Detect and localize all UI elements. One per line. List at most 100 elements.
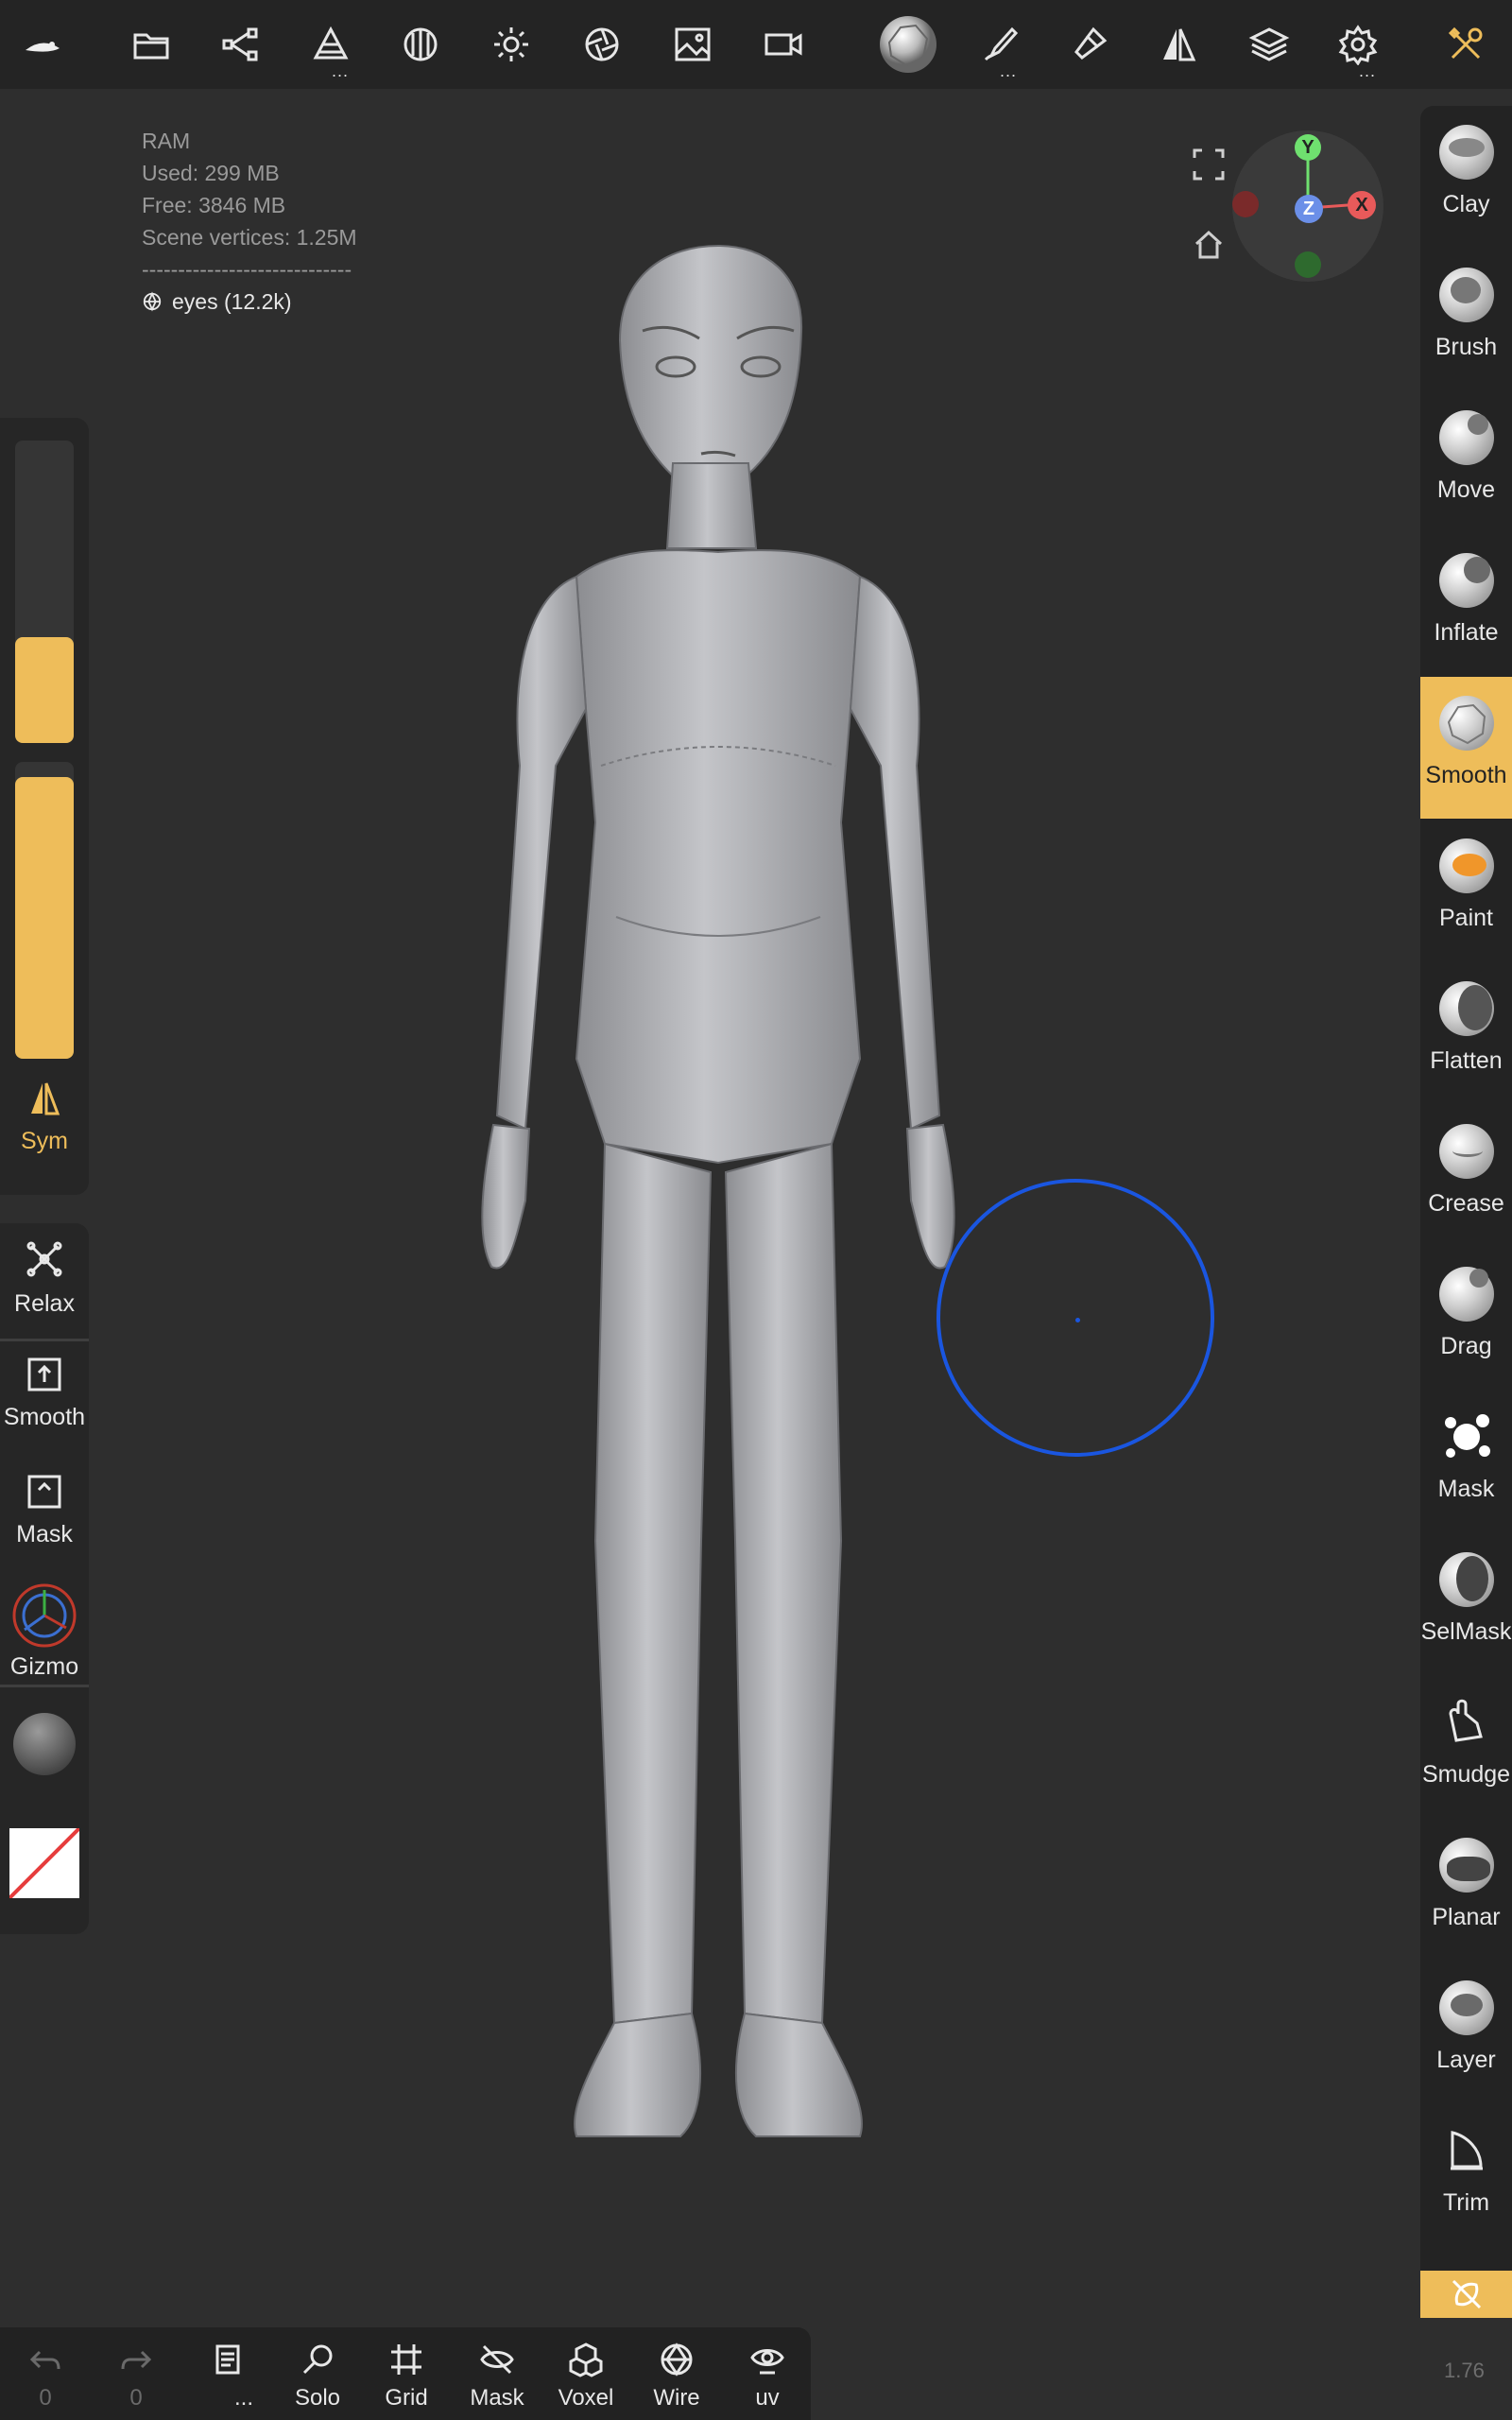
material-sphere-icon[interactable] xyxy=(378,0,463,89)
selmask-icon xyxy=(1438,1552,1494,1607)
symmetry-icon xyxy=(31,1082,60,1115)
tool-label: Inflate xyxy=(1434,619,1499,646)
folder-icon[interactable] xyxy=(109,0,194,89)
smudge-icon xyxy=(1439,1695,1494,1750)
light-icon[interactable] xyxy=(469,0,554,89)
color-swatch-button[interactable] xyxy=(0,1828,89,1898)
tool-inflate[interactable]: Inflate xyxy=(1420,534,1512,676)
scene-vertices: Scene vertices: 1.25M xyxy=(142,225,357,250)
tool-clay[interactable]: Clay xyxy=(1420,106,1512,248)
tool-panel: Clay Brush Move Inflate Smooth Paint Fla… xyxy=(1420,106,1512,2318)
relax-button[interactable]: Relax xyxy=(0,1238,89,1318)
left-action-panel: Relax Smooth Mask Gizmo xyxy=(0,1223,89,1934)
redo-button[interactable]: 0 xyxy=(91,2327,181,2420)
wire-label: Wire xyxy=(653,2385,700,2411)
bottom-toolbar: 0 0 ... Solo Grid Mask Voxel Wire uv xyxy=(0,2327,811,2420)
frame-icon[interactable] xyxy=(1191,147,1227,182)
solo-button[interactable]: Solo xyxy=(272,2327,363,2420)
tool-smooth[interactable]: Smooth xyxy=(1420,677,1512,819)
mask-action-button[interactable]: Mask xyxy=(0,1473,89,1548)
ram-info: RAM Used: 299 MB Free: 3846 MB Scene ver… xyxy=(142,125,364,318)
paint-icon xyxy=(1438,838,1494,893)
radius-slider[interactable] xyxy=(15,441,74,743)
tool-layer[interactable]: Layer xyxy=(1420,1962,1512,2103)
mask-action-icon xyxy=(27,1475,61,1509)
symmetry-icon[interactable] xyxy=(1136,0,1221,89)
grid-icon xyxy=(391,2344,421,2375)
tool-label: Brush xyxy=(1435,334,1498,360)
gizmo-x-axis[interactable]: X xyxy=(1348,191,1376,219)
video-icon[interactable] xyxy=(741,0,826,89)
camera-aperture-icon[interactable] xyxy=(559,0,644,89)
tools-icon[interactable] xyxy=(1423,0,1508,89)
background-image-icon[interactable] xyxy=(650,0,735,89)
tool-planar[interactable]: Planar xyxy=(1420,1819,1512,1961)
tool-label: Move xyxy=(1436,476,1496,503)
material-preview-button[interactable] xyxy=(0,1713,89,1775)
sculpt-model[interactable] xyxy=(454,236,983,2165)
radius-slider-fill xyxy=(15,637,74,743)
book-icon xyxy=(215,2344,240,2375)
voxel-button[interactable]: Voxel xyxy=(541,2327,631,2420)
paint-brush-icon[interactable] xyxy=(1047,0,1132,89)
primitives-icon[interactable]: ... xyxy=(288,0,373,89)
eye-off-icon xyxy=(480,2344,514,2375)
sym-label: Sym xyxy=(21,1128,68,1154)
tool-selmask[interactable]: SelMask xyxy=(1420,1533,1512,1675)
tool-label: Mask xyxy=(1437,1476,1495,1502)
smooth-icon xyxy=(1438,696,1494,751)
tool-move[interactable]: Move xyxy=(1420,391,1512,533)
solo-label: Solo xyxy=(294,2385,341,2411)
divider xyxy=(0,1339,89,1341)
logo-icon[interactable] xyxy=(0,0,85,89)
tool-trim[interactable]: Trim xyxy=(1420,2104,1512,2246)
tool-label: Layer xyxy=(1436,2047,1496,2073)
tool-paint[interactable]: Paint xyxy=(1420,820,1512,961)
tool-drag[interactable]: Drag xyxy=(1420,1248,1512,1390)
scene-graph-icon[interactable] xyxy=(198,0,284,89)
mask-visibility-label: Mask xyxy=(470,2385,524,2411)
mask-action-label: Mask xyxy=(16,1521,73,1547)
tool-crease[interactable]: Crease xyxy=(1420,1105,1512,1247)
gizmo-z-axis[interactable]: Z xyxy=(1295,195,1323,223)
uv-button[interactable]: uv xyxy=(722,2327,813,2420)
tool-smudge[interactable]: Smudge xyxy=(1420,1676,1512,1818)
undo-button[interactable]: 0 xyxy=(0,2327,91,2420)
history-button[interactable]: ... xyxy=(181,2327,272,2420)
smooth-action-button[interactable]: Smooth xyxy=(0,1356,89,1431)
tool-mask[interactable]: Mask xyxy=(1420,1391,1512,1532)
tool-label: Smooth xyxy=(1425,762,1507,788)
gizmo-y-axis[interactable]: Y xyxy=(1295,134,1321,161)
tool-label: Smudge xyxy=(1421,1761,1511,1788)
grid-label: Grid xyxy=(385,2385,428,2411)
home-icon[interactable] xyxy=(1193,229,1225,261)
planar-icon xyxy=(1438,1838,1494,1893)
wire-button[interactable]: Wire xyxy=(631,2327,722,2420)
mesh-info[interactable]: eyes (12.2k) xyxy=(142,285,364,318)
smooth-brush-ball-icon[interactable] xyxy=(866,0,951,89)
intensity-slider[interactable] xyxy=(15,762,74,1059)
voxel-icon xyxy=(569,2342,603,2377)
view-gizmo[interactable]: Y Z X xyxy=(1232,130,1383,282)
mask-splat-icon xyxy=(1439,1409,1494,1464)
tool-label: Clay xyxy=(1442,191,1490,217)
intensity-slider-fill xyxy=(15,776,74,1059)
gizmo-button[interactable]: Gizmo xyxy=(0,1582,89,1681)
brush-settings-icon[interactable]: ... xyxy=(956,0,1041,89)
settings-icon[interactable]: ... xyxy=(1315,0,1400,89)
uv-label: uv xyxy=(755,2385,780,2411)
tool-brush[interactable]: Brush xyxy=(1420,249,1512,390)
tool-flatten[interactable]: Flatten xyxy=(1420,962,1512,1104)
left-slider-panel: Sym xyxy=(0,418,89,1195)
sym-button[interactable]: Sym xyxy=(0,1080,89,1155)
brush-cursor-center xyxy=(1075,1318,1080,1322)
tool-label: Paint xyxy=(1439,905,1493,931)
ram-used: Used: 299 MB xyxy=(142,161,280,185)
tool-label: Crease xyxy=(1428,1190,1504,1217)
layers-icon[interactable] xyxy=(1227,0,1312,89)
tool-more-toggle[interactable] xyxy=(1420,2271,1512,2318)
mask-visibility-button[interactable]: Mask xyxy=(452,2327,542,2420)
grid-button[interactable]: Grid xyxy=(361,2327,452,2420)
search-icon xyxy=(302,2344,333,2375)
layer-icon xyxy=(1438,1980,1494,2035)
